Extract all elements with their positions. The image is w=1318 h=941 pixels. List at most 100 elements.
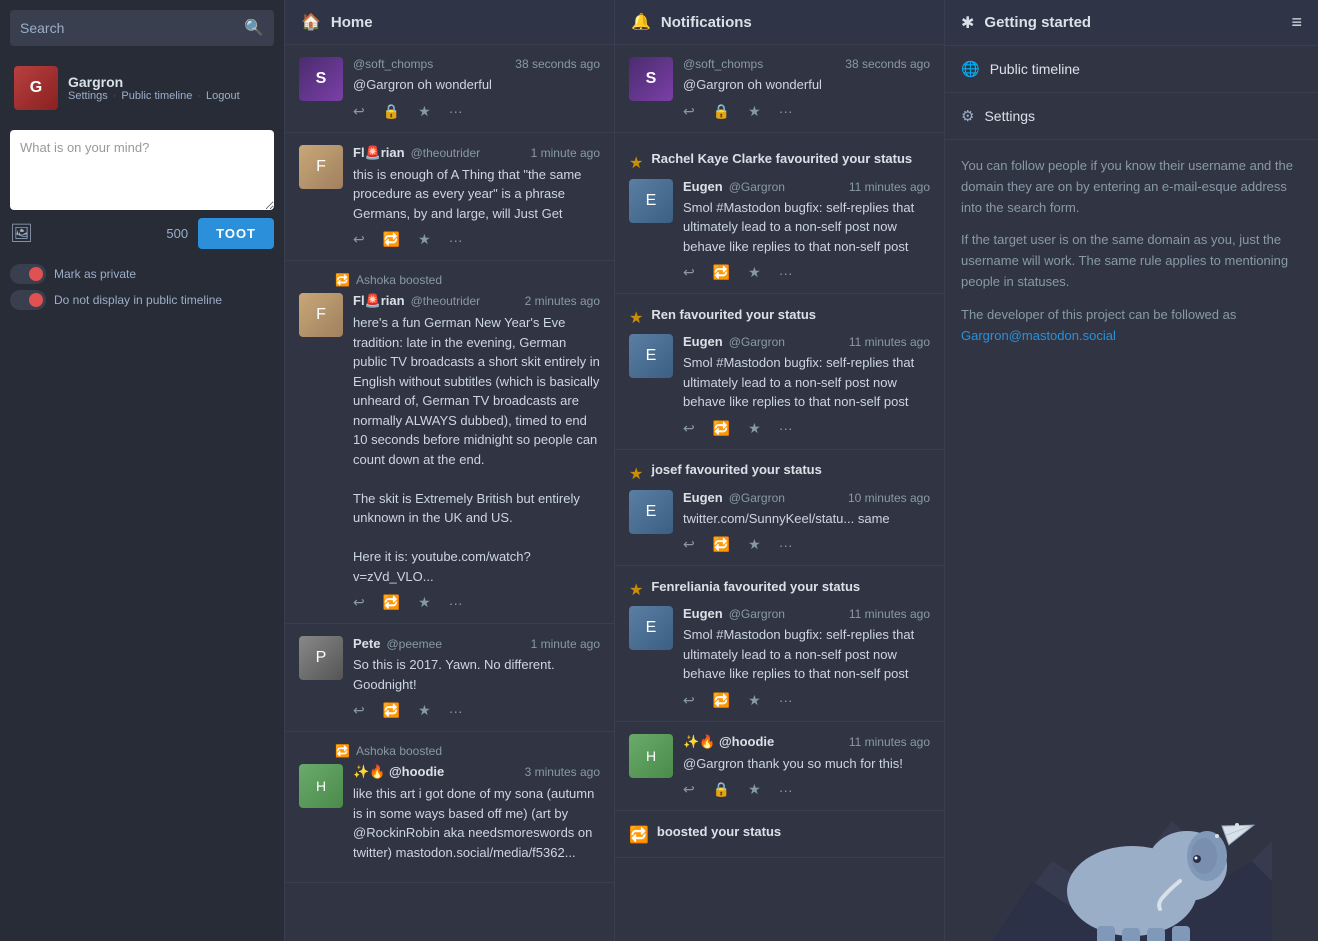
status-actions: ↩ 🔒 ★ ··· [683,103,930,120]
avatar: F [299,293,343,337]
reply-button[interactable]: ↩ [683,536,695,553]
status-time: 1 minute ago [531,146,600,160]
boost-button[interactable]: 🔁 [713,692,730,709]
fav-button[interactable]: ★ [748,781,761,798]
more-button[interactable]: ··· [449,703,463,719]
logout-link[interactable]: Logout [206,90,240,102]
status-body: @Gargron oh wonderful [683,75,930,95]
avatar: S [299,57,343,101]
reply-button[interactable]: ↩ [353,231,365,248]
status-actions: ↩ 🔁 ★ ··· [353,231,600,248]
asterisk-icon: ✱ [961,13,974,33]
char-count: 500 [43,226,188,241]
status-name: Eugen [683,606,723,621]
public-timeline-nav-label: Public timeline [990,61,1080,77]
search-input[interactable] [20,10,244,46]
status-time: 11 minutes ago [849,735,930,749]
search-bar: 🔍 [10,10,274,46]
fav-button[interactable]: ★ [418,231,431,248]
no-public-toggle[interactable]: Do not display in public timeline [10,290,274,310]
status-content: Eugen @Gargron 11 minutes ago Smol #Mast… [683,179,930,282]
boost-button[interactable]: 🔁 [713,420,730,437]
status-body: this is enough of A Thing that "the same… [353,165,600,224]
reply-button[interactable]: ↩ [683,264,695,281]
toot-button[interactable]: TOOT [198,218,274,249]
avatar: H [299,764,343,808]
boost-button[interactable]: 🔁 [383,231,400,248]
boost-button[interactable]: 🔁 [713,264,730,281]
more-button[interactable]: ··· [449,232,463,248]
lock-icon[interactable]: 🔒 [713,103,730,120]
fav-button[interactable]: ★ [418,702,431,719]
gargron-link[interactable]: Gargron@mastodon.social [961,328,1116,343]
status-body: Smol #Mastodon bugfix: self-replies that… [683,353,930,412]
more-button[interactable]: ··· [779,265,793,281]
reply-button[interactable]: ↩ [683,781,695,798]
fav-button[interactable]: ★ [748,536,761,553]
status-actions: ↩ 🔁 ★ ··· [353,702,600,719]
status-handle: @Gargron [729,180,785,194]
compose-textarea[interactable] [10,130,274,210]
avatar: E [629,179,673,223]
boost-button[interactable]: 🔁 [383,594,400,611]
search-icon[interactable]: 🔍 [244,18,264,38]
more-button[interactable]: ··· [779,420,793,436]
notifications-header: 🔔 Notifications [615,0,944,45]
boost-button[interactable]: 🔁 [713,536,730,553]
more-button[interactable]: ··· [779,692,793,708]
status-handle: @soft_chomps [683,57,763,71]
public-timeline-link[interactable]: Public timeline [121,90,192,102]
status-actions: ↩ 🔁 ★ ··· [683,420,930,437]
settings-nav-item[interactable]: ⚙ Settings [945,93,1318,140]
fav-button[interactable]: ★ [418,594,431,611]
settings-nav-label: Settings [984,108,1035,124]
status-time: 1 minute ago [531,637,600,651]
more-button[interactable]: ··· [779,782,793,798]
more-button[interactable]: ··· [449,595,463,611]
more-button[interactable]: ··· [449,103,463,119]
status-name: Fl🚨rian [353,145,405,161]
fav-button[interactable]: ★ [748,103,761,120]
gs-title: Getting started [984,14,1091,31]
fav-button[interactable]: ★ [748,692,761,709]
mark-private-switch[interactable] [10,264,46,284]
reply-button[interactable]: ↩ [353,702,365,719]
status-main: P Pete @peemee 1 minute ago So this is 2… [299,636,600,719]
image-upload-icon[interactable]: 🖼 [10,223,33,244]
avatar: E [629,606,673,650]
status-time: 11 minutes ago [849,607,930,621]
mark-private-label: Mark as private [54,267,136,281]
gs-header-left: ✱ Getting started [961,13,1091,33]
more-button[interactable]: ··· [779,537,793,553]
status-time: 38 seconds ago [845,57,930,71]
settings-link[interactable]: Settings [68,90,108,102]
public-timeline-nav-item[interactable]: 🌐 Public timeline [945,46,1318,93]
status-header: Eugen @Gargron 11 minutes ago [683,606,930,621]
profile-links: Settings · Public timeline · Logout [68,90,270,102]
hamburger-menu-icon[interactable]: ≡ [1291,12,1302,33]
status-time: 3 minutes ago [525,765,600,779]
reply-button[interactable]: ↩ [353,594,365,611]
status-main: E Eugen @Gargron 11 minutes ago Smol #Ma… [629,334,930,437]
getting-started-column: ✱ Getting started ≡ 🌐 Public timeline ⚙ … [945,0,1318,941]
avatar: H [629,734,673,778]
fav-button[interactable]: ★ [748,420,761,437]
reply-button[interactable]: ↩ [683,692,695,709]
reply-button[interactable]: ↩ [353,103,365,120]
home-column-header: 🏠 Home [285,0,614,45]
no-public-switch[interactable] [10,290,46,310]
reply-button[interactable]: ↩ [683,103,695,120]
lock-icon[interactable]: 🔒 [713,781,730,798]
status-item: F Fl🚨rian @theoutrider 1 minute ago this… [285,133,614,262]
more-button[interactable]: ··· [779,103,793,119]
status-name: Fl🚨rian [353,293,405,309]
boost-button[interactable]: 🔁 [383,702,400,719]
status-header: Eugen @Gargron 11 minutes ago [683,334,930,349]
status-content: Eugen @Gargron 10 minutes ago twitter.co… [683,490,930,554]
fav-button[interactable]: ★ [418,103,431,120]
lock-icon[interactable]: 🔒 [383,103,400,120]
fav-button[interactable]: ★ [748,264,761,281]
mark-private-toggle[interactable]: Mark as private [10,264,274,284]
reply-button[interactable]: ↩ [683,420,695,437]
boost-by: Ashoka boosted [356,273,442,287]
